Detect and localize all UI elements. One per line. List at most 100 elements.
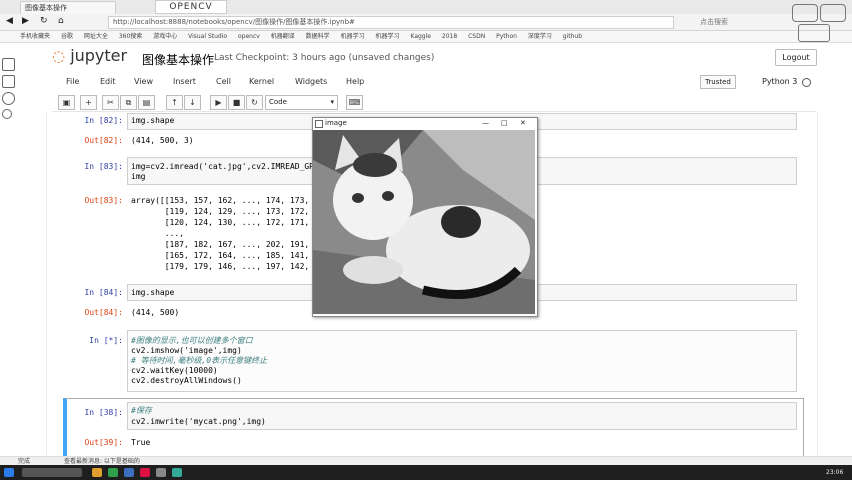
cell-type-select[interactable]: Code ▾	[265, 95, 338, 110]
cell-output: array([[153, 157, 162, ..., 174, 173, 1 …	[131, 196, 319, 271]
cell-output-prompt: Out[83]:	[84, 196, 123, 205]
gear-icon[interactable]	[2, 109, 12, 119]
stop-icon[interactable]: ■	[228, 95, 245, 110]
code-text[interactable]: cv2.destroyAllWindows()	[131, 376, 242, 386]
cell-input-prompt: In [38]:	[84, 408, 123, 417]
bookmark-item[interactable]: 网址大全	[84, 33, 108, 40]
record-icon[interactable]	[2, 92, 15, 105]
menu-widgets[interactable]: Widgets	[295, 74, 327, 90]
bookmark-item[interactable]: 手机收藏夹	[20, 33, 50, 40]
browser-tab-bar: 图像基本操作	[0, 0, 852, 15]
home-icon[interactable]: ⌂	[58, 16, 64, 26]
widget-icon[interactable]	[792, 4, 818, 22]
cell-input-prompt: In [83]:	[84, 162, 123, 171]
refresh-icon[interactable]: ↻	[40, 16, 48, 26]
maximize-icon[interactable]: □	[501, 117, 508, 129]
jupyter-logo-icon: ◌	[52, 47, 66, 65]
app-icon[interactable]	[172, 468, 182, 477]
url-field[interactable]: http://localhost:8888/notebooks/opencv/图…	[108, 16, 674, 29]
app-icon[interactable]	[140, 468, 150, 477]
code-comment[interactable]: # 等待时间,毫秒级,0表示任意键终止	[131, 356, 267, 366]
bookmark-item[interactable]: github	[563, 33, 582, 40]
grid-icon[interactable]	[2, 75, 15, 88]
restart-icon[interactable]: ↻	[246, 95, 263, 110]
screenshot-icon[interactable]	[2, 58, 15, 71]
keyboard-icon[interactable]: ⌨	[346, 95, 363, 110]
run-icon[interactable]: ▶	[210, 95, 227, 110]
menu-kernel[interactable]: Kernel	[249, 74, 274, 90]
code-text[interactable]: cv2.waitKey(10000)	[131, 366, 218, 376]
move-up-icon[interactable]: ↑	[166, 95, 183, 110]
forward-icon[interactable]: ▶	[22, 16, 29, 26]
explorer-icon[interactable]	[92, 468, 102, 477]
watermark-label: OPENCV	[155, 0, 227, 14]
bookmarks-bar: 手机收藏夹 谷歌 网址大全 360搜索 游戏中心 Visual Studio o…	[0, 31, 852, 43]
browser-icon[interactable]	[108, 468, 118, 477]
taskbar-clock: 23:06	[826, 469, 844, 476]
bookmark-item[interactable]: 谷歌	[61, 33, 73, 40]
back-icon[interactable]: ◀	[6, 16, 13, 26]
bookmark-item[interactable]: 数据科学	[306, 33, 330, 40]
search-hint[interactable]: 点击搜索	[700, 17, 728, 27]
menu-help[interactable]: Help	[346, 74, 364, 90]
bookmark-item[interactable]: 360搜索	[119, 33, 142, 40]
code-text[interactable]: img=cv2.imread('cat.jpg',cv2.IMREAD_GRA …	[131, 162, 319, 182]
search-box[interactable]	[22, 468, 82, 477]
cell-input-prompt: In [84]:	[84, 288, 123, 297]
copy-icon[interactable]: ⧉	[120, 95, 137, 110]
code-comment[interactable]: #保存	[131, 406, 152, 416]
url-text: localhost:8888/notebooks/opencv/图像操作/图像基…	[134, 18, 355, 26]
floating-gadget	[784, 0, 852, 46]
app-icon[interactable]	[156, 468, 166, 477]
bookmark-item[interactable]: 机器学习	[376, 33, 400, 40]
cell-input-prompt: In [82]:	[84, 116, 123, 125]
close-icon[interactable]: ✕	[520, 117, 526, 129]
notebook-title[interactable]: 图像基本操作	[142, 51, 214, 68]
bookmark-item[interactable]: opencv	[238, 33, 260, 40]
jupyter-brand: jupyter	[70, 46, 128, 65]
menu-insert[interactable]: Insert	[173, 74, 196, 90]
code-text[interactable]: cv2.imshow('image',img)	[131, 346, 242, 356]
menu-file[interactable]: File	[66, 74, 79, 90]
bookmark-item[interactable]: Python	[496, 33, 517, 40]
save-icon[interactable]: ▣	[58, 95, 75, 110]
start-icon[interactable]	[4, 468, 14, 477]
bookmark-item[interactable]: Kaggle	[410, 33, 430, 40]
code-text[interactable]: cv2.imwrite('mycat.png',img)	[131, 417, 266, 427]
image-window-titlebar[interactable]: image — □ ✕	[312, 117, 536, 129]
bookmark-item[interactable]: Visual Studio	[188, 33, 227, 40]
menu-view[interactable]: View	[134, 74, 153, 90]
cell-input-prompt: In [*]:	[89, 336, 123, 345]
add-cell-icon[interactable]: +	[80, 95, 97, 110]
bookmark-item[interactable]: CSDN	[468, 33, 485, 40]
bookmark-item[interactable]: 机器翻译	[271, 33, 295, 40]
chevron-down-icon: ▾	[330, 98, 334, 106]
menu-edit[interactable]: Edit	[100, 74, 116, 90]
cat-image-graphic	[313, 130, 535, 314]
browser-tab-active[interactable]: 图像基本操作	[20, 1, 116, 14]
cell-output: True	[131, 438, 151, 447]
app-icon[interactable]	[124, 468, 134, 477]
move-down-icon[interactable]: ↓	[184, 95, 201, 110]
code-comment[interactable]: #图像的显示,也可以创建多个窗口	[131, 336, 253, 346]
paste-icon[interactable]: ▤	[138, 95, 155, 110]
cat-image	[313, 130, 535, 314]
cut-icon[interactable]: ✂	[102, 95, 119, 110]
jupyter-logo[interactable]: ◌ jupyter	[52, 46, 127, 65]
bookmark-item[interactable]: 机器学习	[341, 33, 365, 40]
menu-cell[interactable]: Cell	[216, 74, 231, 90]
bookmark-item[interactable]: 2018	[442, 33, 457, 40]
code-text[interactable]: img.shape	[131, 116, 174, 126]
url-prefix: http://	[113, 18, 135, 26]
code-text[interactable]: img.shape	[131, 288, 174, 298]
logout-button[interactable]: Logout	[775, 49, 817, 66]
minimize-icon[interactable]: —	[482, 117, 489, 129]
bookmark-item[interactable]: 游戏中心	[153, 33, 177, 40]
widget-icon[interactable]	[820, 4, 846, 22]
widget-icon[interactable]	[798, 24, 830, 42]
browser-tab-label: 图像基本操作	[25, 4, 67, 12]
bookmark-item[interactable]: 深度学习	[528, 33, 552, 40]
trusted-badge[interactable]: Trusted	[700, 75, 736, 89]
cell-output-prompt: Out[84]:	[84, 308, 123, 317]
side-toolbar	[0, 54, 16, 124]
